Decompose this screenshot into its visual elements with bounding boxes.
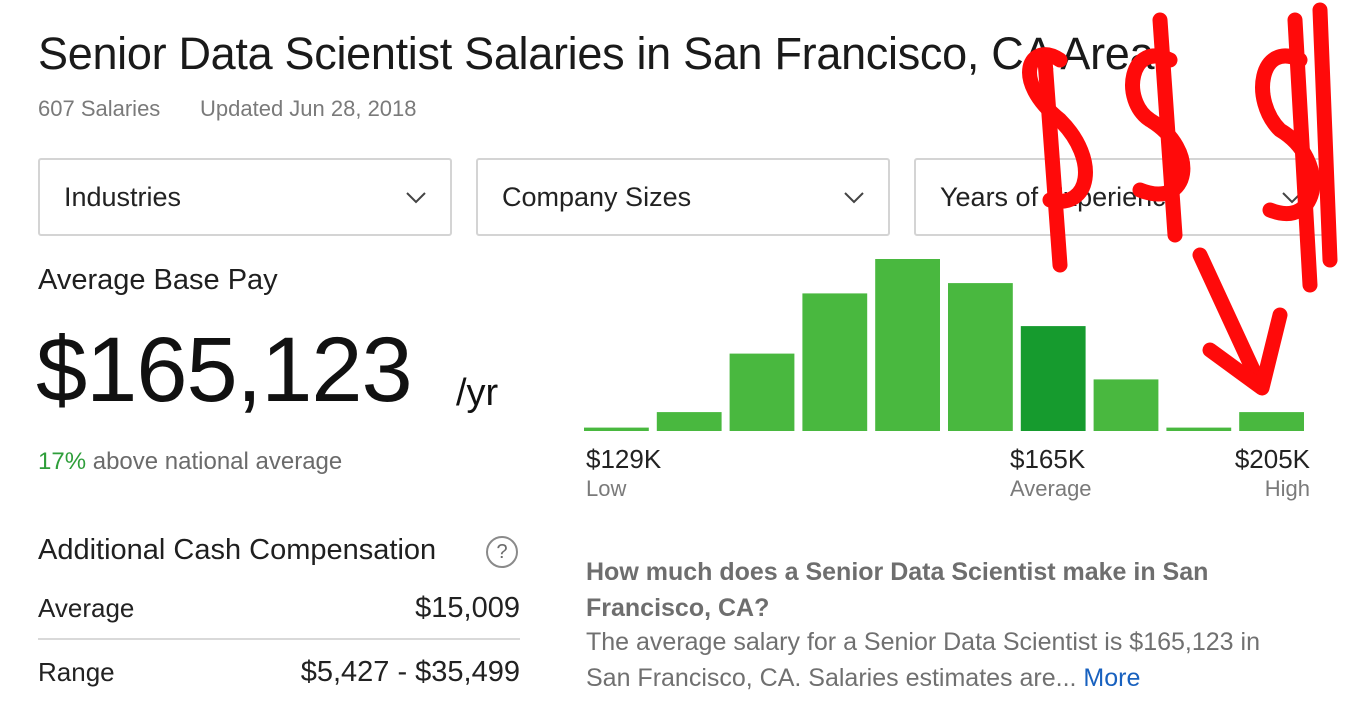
cash-average-label: Average	[38, 593, 135, 623]
histogram-bar-9	[1166, 427, 1232, 431]
page-title: Senior Data Scientist Salaries in San Fr…	[38, 28, 1155, 79]
chevron-down-icon	[1282, 192, 1302, 204]
chevron-down-icon	[844, 192, 864, 204]
faq-answer-text: The average salary for a Senior Data Sci…	[586, 628, 1260, 692]
average-base-pay-amount: $165,123	[36, 319, 413, 421]
more-link[interactable]: More	[1083, 664, 1140, 692]
cash-average-row: Average $15,009	[38, 592, 520, 625]
cash-range-value: $5,427 - $35,499	[300, 656, 520, 688]
company-sizes-dropdown-label: Company Sizes	[502, 181, 692, 212]
high-label: High	[1264, 476, 1310, 501]
histogram-bar-8	[1093, 379, 1159, 431]
histogram-bar-2	[656, 412, 722, 431]
salary-count: 607 Salaries	[38, 96, 161, 121]
cash-range-label: Range	[38, 657, 115, 687]
pay-unit: /yr	[456, 372, 499, 414]
average-base-pay-heading: Average Base Pay	[38, 264, 278, 296]
histogram-bar-7	[1020, 326, 1086, 431]
histogram-bar-4	[802, 293, 868, 431]
years-experience-dropdown[interactable]: Years of Experience	[914, 158, 1328, 236]
histogram-bar-1	[584, 427, 649, 431]
histogram-bar-5	[875, 259, 940, 431]
national-percent: 17%	[38, 448, 87, 475]
help-icon[interactable]: ?	[486, 536, 518, 568]
additional-cash-heading: Additional Cash Compensation	[38, 534, 437, 566]
cash-range-row: Range $5,427 - $35,499	[38, 656, 520, 689]
industries-dropdown-label: Industries	[64, 181, 182, 212]
years-experience-dropdown-label: Years of Experience	[940, 181, 1181, 212]
low-salary-label: $129K	[586, 444, 662, 474]
salary-histogram	[584, 259, 1304, 431]
updated-date: Updated Jun 28, 2018	[200, 96, 417, 121]
national-comparison: 17% above national average	[38, 448, 342, 476]
faq-answer: The average salary for a Senior Data Sci…	[586, 624, 1306, 696]
average-salary-label: $165K	[1010, 444, 1086, 474]
company-sizes-dropdown[interactable]: Company Sizes	[476, 158, 890, 236]
histogram-bar-3	[729, 353, 795, 431]
cash-average-value: $15,009	[415, 592, 520, 624]
chevron-down-icon	[406, 192, 426, 204]
low-label: Low	[586, 476, 627, 501]
faq-question: How much does a Senior Data Scientist ma…	[586, 558, 1209, 622]
row-divider	[38, 638, 520, 640]
histogram-bar-10	[1239, 412, 1304, 431]
national-comparison-text: above national average	[86, 448, 343, 475]
industries-dropdown[interactable]: Industries	[38, 158, 452, 236]
average-label: Average	[1010, 476, 1092, 501]
histogram-bar-6	[948, 283, 1013, 431]
high-salary-label: $205K	[1234, 444, 1310, 474]
